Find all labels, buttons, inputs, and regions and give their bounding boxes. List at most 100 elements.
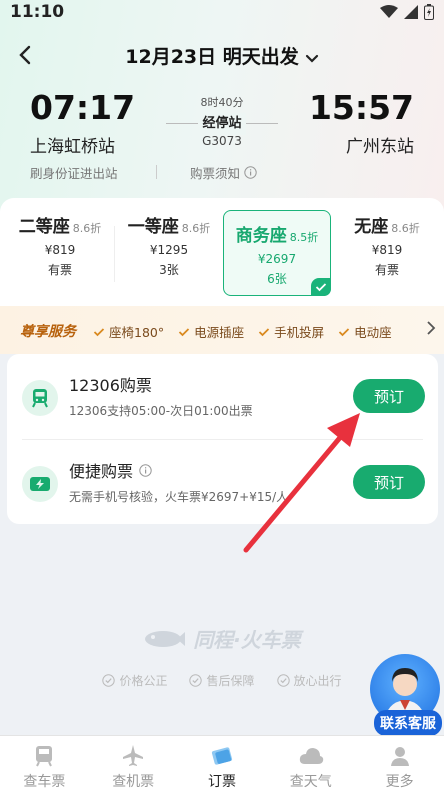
stops-link[interactable]: 经停站: [160, 112, 284, 135]
seat-class-panel: 二等座 8.6折 ¥819 有票 一等座 8.6折 ¥1295 3张 商务座 8.5折…: [0, 198, 444, 306]
arrive-time: 15:57: [308, 88, 414, 127]
info-icon[interactable]: [139, 463, 152, 477]
battery-icon: [424, 4, 434, 20]
check-icon: [178, 327, 190, 336]
check-icon: [93, 327, 105, 336]
check-circle-icon: [189, 674, 203, 687]
seat-availability: 有票: [47, 263, 72, 277]
premium-service-items: 座椅180° 电源插座 手机投屏 电动座: [93, 322, 392, 341]
seat-discount: 8.5折: [289, 231, 319, 244]
seat-name: 二等座: [18, 217, 70, 237]
customer-service-button[interactable]: 联系客服: [368, 654, 444, 738]
bottom-navigation: 查车票 查机票 订票 查天气 更多: [0, 735, 444, 795]
check-icon: [339, 327, 350, 336]
tab-label: 查天气: [289, 774, 332, 790]
seat-price: ¥819: [44, 243, 76, 257]
service-item: 电动座: [338, 322, 392, 341]
train-route-info: 8时40分 经停站 G3073: [160, 94, 284, 148]
brand-name: 同程·火车票: [193, 628, 301, 652]
seat-discount: 8.6折: [181, 222, 211, 235]
user-icon: [390, 747, 409, 766]
tab-label: 查车票: [23, 774, 66, 790]
book-12306-button[interactable]: 预订: [353, 379, 425, 413]
premium-service-title: 尊享服务: [20, 324, 76, 340]
guarantee-label: 价格公正: [119, 674, 168, 688]
service-item: 电源插座: [178, 322, 244, 341]
date-title: 12月23日 明天出发: [125, 46, 299, 68]
train-icon: [22, 380, 58, 416]
travel-duration: 8时40分: [200, 96, 244, 109]
info-divider: [156, 165, 157, 179]
seat-option-first-class[interactable]: 一等座 8.6折 ¥1295 3张: [115, 212, 223, 296]
tab-train-search[interactable]: 查车票: [0, 736, 89, 795]
option-description: 无需手机号核验，火车票¥2697+¥15/人: [69, 490, 289, 504]
guarantee-item: 售后保障: [189, 672, 255, 689]
seat-price: ¥2697: [257, 252, 297, 266]
option-description: 12306支持05:00-次日01:00出票: [69, 404, 253, 418]
date-selector[interactable]: 12月23日 明天出发: [0, 42, 444, 69]
seat-discount: 8.6折: [72, 222, 102, 235]
seat-option-business-class[interactable]: 商务座 8.5折 ¥2697 6张: [223, 210, 331, 296]
tab-weather[interactable]: 查天气: [266, 736, 355, 795]
service-item: 手机投屏: [258, 322, 324, 341]
ticket-icon: [211, 747, 233, 765]
cloud-icon: [299, 748, 323, 764]
wifi-icon: [380, 5, 398, 18]
tab-label: 查机票: [112, 774, 155, 790]
check-icon: [258, 327, 270, 336]
check-circle-icon: [276, 674, 290, 687]
purchase-notice-link[interactable]: 购票须知: [190, 163, 257, 182]
service-item: 座椅180°: [93, 322, 164, 341]
brand-logo: 同程·火车票: [0, 624, 444, 653]
stops-label: 经停站: [198, 113, 246, 135]
guarantee-item: 价格公正: [102, 672, 167, 689]
train-icon: [36, 746, 53, 767]
tab-flight-search[interactable]: 查机票: [89, 736, 178, 795]
status-icons: [380, 4, 434, 20]
status-bar: 11:10: [0, 0, 444, 26]
status-time: 11:10: [10, 2, 65, 22]
id-entry-info: 刷身份证进出站: [30, 166, 118, 181]
depart-time: 07:17: [30, 88, 136, 127]
purchase-notice-label: 购票须知: [190, 166, 241, 181]
chevron-right-icon: [426, 320, 436, 340]
tab-more[interactable]: 更多: [355, 736, 444, 795]
quick-ticket-icon: [22, 466, 58, 502]
seat-price: ¥819: [371, 243, 403, 257]
service-item-label: 座椅180°: [109, 325, 165, 340]
guarantee-item: 放心出行: [276, 672, 342, 689]
premium-service-strip[interactable]: 尊享服务 座椅180° 电源插座 手机投屏 电动座: [0, 306, 444, 354]
seat-discount: 8.6折: [391, 222, 420, 235]
option-12306: 12306购票 12306支持05:00-次日01:00出票 预订: [7, 354, 438, 438]
seat-name: 商务座: [235, 226, 287, 246]
seat-name: 一等座: [127, 217, 179, 237]
guarantee-label: 售后保障: [206, 674, 255, 688]
seat-availability: 有票: [374, 263, 399, 277]
customer-service-label: 联系客服: [374, 710, 442, 736]
book-quick-button[interactable]: 预订: [353, 465, 425, 499]
option-quick-buy: 便捷购票 无需手机号核验，火车票¥2697+¥15/人 预订: [7, 440, 438, 524]
seat-availability: 3张: [159, 263, 179, 277]
check-circle-icon: [102, 674, 116, 687]
seat-price: ¥1295: [149, 243, 189, 257]
depart-station: 上海虹桥站: [30, 137, 115, 157]
service-item-label: 电源插座: [194, 325, 245, 340]
selected-check-icon: [311, 278, 331, 296]
tab-booking[interactable]: 订票: [178, 736, 267, 795]
booking-options-card: 12306购票 12306支持05:00-次日01:00出票 预订 便捷购票 无…: [7, 354, 438, 524]
signal-icon: [404, 5, 418, 19]
info-icon: [244, 166, 257, 179]
page-header: 12月23日 明天出发: [0, 36, 444, 76]
seat-option-no-seat[interactable]: 无座 8.6折 ¥819 有票: [333, 212, 441, 296]
arrive-station: 广州东站: [346, 137, 414, 157]
brand-fish-icon: [145, 630, 186, 647]
seat-option-second-class[interactable]: 二等座 8.6折 ¥819 有票: [6, 212, 114, 296]
guarantee-label: 放心出行: [293, 674, 342, 688]
seat-name: 无座: [354, 217, 389, 237]
option-title: 便捷购票: [69, 462, 134, 481]
tab-label: 更多: [385, 774, 414, 790]
train-number: G3073: [202, 134, 242, 148]
option-title: 12306购票: [69, 376, 152, 395]
service-item-label: 手机投屏: [274, 325, 325, 340]
service-item-label: 电动座: [354, 325, 392, 340]
